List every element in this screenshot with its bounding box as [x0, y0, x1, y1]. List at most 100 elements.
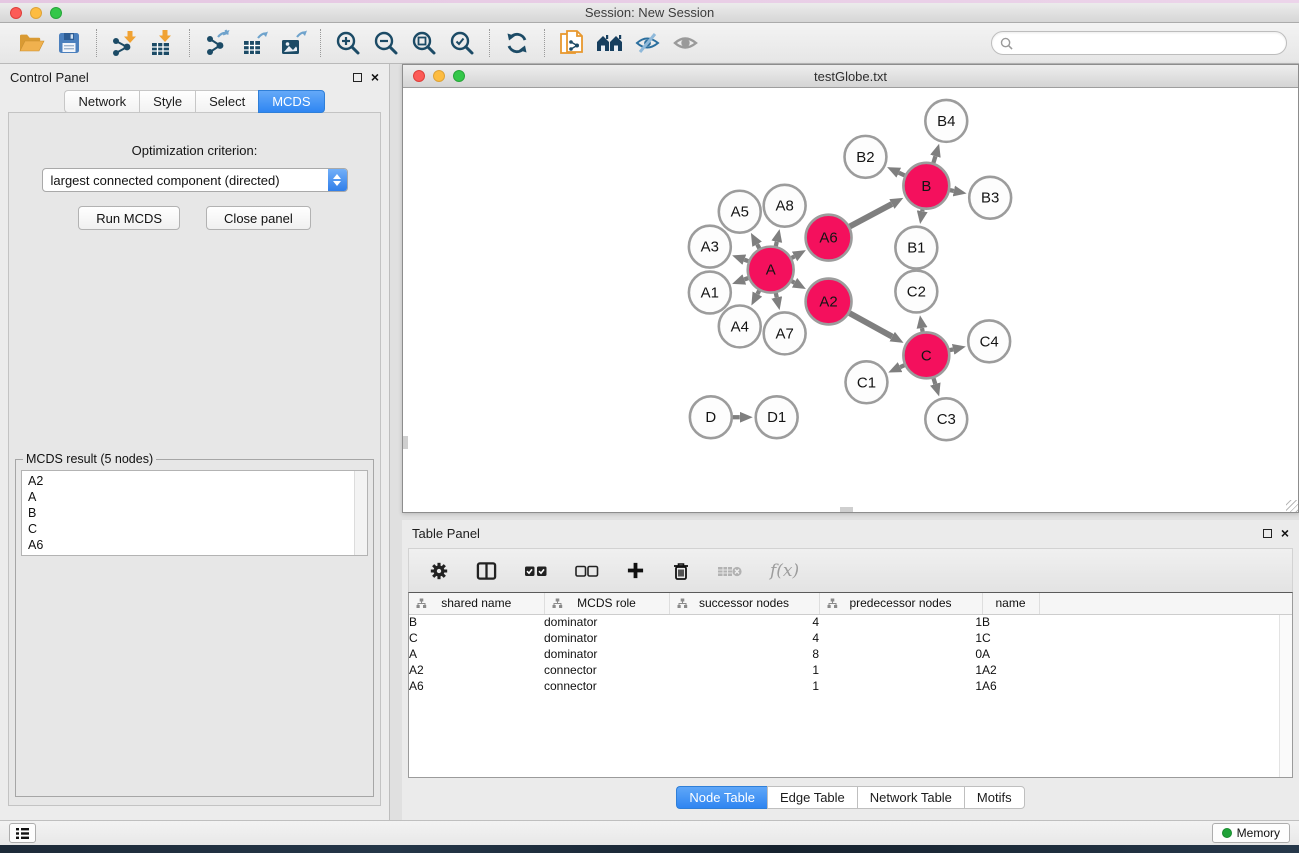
show-eye-button[interactable] — [667, 26, 705, 60]
graph-edge-A-A7[interactable] — [776, 293, 777, 297]
hide-eye-button[interactable] — [629, 26, 667, 60]
table-row[interactable]: Cdominator41C — [409, 630, 1292, 646]
import-network-button[interactable] — [105, 26, 143, 60]
graph-edge-B-B4[interactable] — [933, 156, 935, 163]
tab-motifs[interactable]: Motifs — [964, 786, 1025, 809]
open-session-button[interactable] — [12, 26, 50, 60]
add-column-button[interactable] — [626, 561, 645, 580]
close-panel-button[interactable]: Close panel — [206, 206, 311, 230]
column-header-predecessor-nodes[interactable]: predecessor nodes — [819, 593, 982, 614]
graph-edge-A-A5[interactable] — [757, 244, 759, 248]
column-header-name[interactable]: name — [982, 593, 1039, 614]
search-input[interactable] — [1018, 36, 1278, 50]
graph-node-A1[interactable]: A1 — [689, 272, 731, 314]
graph-node-B4[interactable]: B4 — [925, 100, 967, 142]
result-list-scrollbar[interactable] — [354, 471, 367, 555]
memory-button[interactable]: Memory — [1212, 823, 1290, 843]
graph-node-C3[interactable]: C3 — [925, 398, 967, 440]
graph-edge-A6-B[interactable] — [850, 204, 892, 226]
graph-node-A5[interactable]: A5 — [719, 191, 761, 233]
graph-node-A6[interactable]: A6 — [806, 215, 852, 261]
zoom-out-button[interactable] — [367, 26, 405, 60]
graph-node-A8[interactable]: A8 — [764, 185, 806, 227]
column-header-mcds-role[interactable]: MCDS role — [544, 593, 669, 614]
graph-edge-A-A2[interactable] — [792, 281, 795, 283]
canvas-left-tick — [403, 436, 408, 449]
tab-network[interactable]: Network — [64, 90, 139, 113]
tab-edge-table[interactable]: Edge Table — [767, 786, 857, 809]
graph-edge-A-A6[interactable] — [792, 256, 795, 258]
zoom-selected-button[interactable] — [443, 26, 481, 60]
app-titlebar[interactable]: Session: New Session — [0, 3, 1299, 23]
optimization-dropdown[interactable]: largest connected component (directed) — [42, 168, 348, 192]
graph-edge-A-A1[interactable] — [744, 278, 748, 279]
export-image-button[interactable] — [274, 26, 312, 60]
table-cell: A2 — [982, 662, 1039, 678]
export-table-button[interactable] — [236, 26, 274, 60]
graph-node-B3[interactable]: B3 — [969, 177, 1011, 219]
tab-network-table[interactable]: Network Table — [857, 786, 964, 809]
graph-node-D1[interactable]: D1 — [756, 396, 798, 438]
graph-edge-A-A4[interactable] — [757, 291, 759, 294]
column-header-shared-name[interactable]: shared name — [409, 593, 544, 614]
column-layout-button[interactable] — [476, 561, 497, 581]
float-panel-icon[interactable] — [353, 73, 362, 82]
duplicate-network-button[interactable] — [553, 26, 591, 60]
graph-node-C1[interactable]: C1 — [846, 361, 888, 403]
graph-node-B[interactable]: B — [903, 163, 949, 209]
refresh-button[interactable] — [498, 26, 536, 60]
graph-node-A4[interactable]: A4 — [719, 305, 761, 347]
homes-button[interactable] — [591, 26, 629, 60]
graph-node-A[interactable]: A — [748, 247, 794, 293]
graph-edge-A-A8[interactable] — [776, 242, 777, 246]
graph-edge-B-B2[interactable] — [899, 173, 905, 176]
export-network-button[interactable] — [198, 26, 236, 60]
tab-style[interactable]: Style — [139, 90, 195, 113]
graph-edge-C-C4[interactable] — [950, 349, 953, 350]
window-resize-handle[interactable] — [1286, 500, 1298, 512]
float-table-panel-icon[interactable] — [1263, 529, 1272, 538]
graph-node-B1[interactable]: B1 — [895, 227, 937, 269]
delete-column-button[interactable] — [672, 561, 690, 581]
graph-edge-C-C2[interactable] — [922, 328, 923, 332]
graph-node-D[interactable]: D — [690, 396, 732, 438]
network-canvas[interactable]: B4 B2 B B3 B1 A5A8A6 A3 A C2 A1 A2 A4A7 C4 C C1 C3 D D1 — [403, 88, 1298, 512]
tab-node-table[interactable]: Node Table — [676, 786, 767, 809]
import-table-button[interactable] — [143, 26, 181, 60]
graph-edge-B-B3[interactable] — [950, 190, 954, 191]
graph-node-label: A — [766, 262, 776, 279]
column-type-icon — [416, 598, 427, 609]
deselect-all-button[interactable] — [575, 564, 599, 578]
save-session-button[interactable] — [50, 26, 88, 60]
graph-node-C4[interactable]: C4 — [968, 320, 1010, 362]
close-table-panel-icon[interactable]: × — [1281, 528, 1289, 538]
graph-node-C[interactable]: C — [903, 332, 949, 378]
graph-edge-C-C1[interactable] — [900, 365, 904, 367]
table-scrollbar[interactable] — [1279, 615, 1292, 777]
table-row[interactable]: A2connector11A2 — [409, 662, 1292, 678]
table-settings-button[interactable] — [429, 561, 449, 581]
tab-mcds[interactable]: MCDS — [258, 90, 324, 113]
graph-node-A7[interactable]: A7 — [764, 312, 806, 354]
tab-select[interactable]: Select — [195, 90, 258, 113]
close-panel-icon[interactable]: × — [371, 72, 379, 82]
table-row[interactable]: Adominator80A — [409, 646, 1292, 662]
run-mcds-button[interactable]: Run MCDS — [78, 206, 180, 230]
graph-node-label: C4 — [980, 333, 999, 350]
graph-node-A2[interactable]: A2 — [806, 279, 852, 325]
graph-edge-A2-C[interactable] — [850, 313, 893, 337]
select-all-button[interactable] — [524, 564, 548, 578]
graph-node-A3[interactable]: A3 — [689, 226, 731, 268]
graph-node-B2[interactable]: B2 — [845, 136, 887, 178]
graph-node-label: C3 — [937, 411, 956, 428]
task-history-button[interactable] — [9, 823, 36, 843]
network-window-titlebar[interactable]: testGlobe.txt — [403, 65, 1298, 88]
graph-edge-A-A3[interactable] — [744, 260, 748, 261]
column-header-successor-nodes[interactable]: successor nodes — [669, 593, 819, 614]
graph-edge-C-C3[interactable] — [934, 378, 936, 384]
table-row[interactable]: Bdominator41B — [409, 614, 1292, 630]
zoom-in-button[interactable] — [329, 26, 367, 60]
zoom-fit-button[interactable] — [405, 26, 443, 60]
table-row[interactable]: A6connector11A6 — [409, 678, 1292, 694]
graph-node-C2[interactable]: C2 — [895, 271, 937, 313]
